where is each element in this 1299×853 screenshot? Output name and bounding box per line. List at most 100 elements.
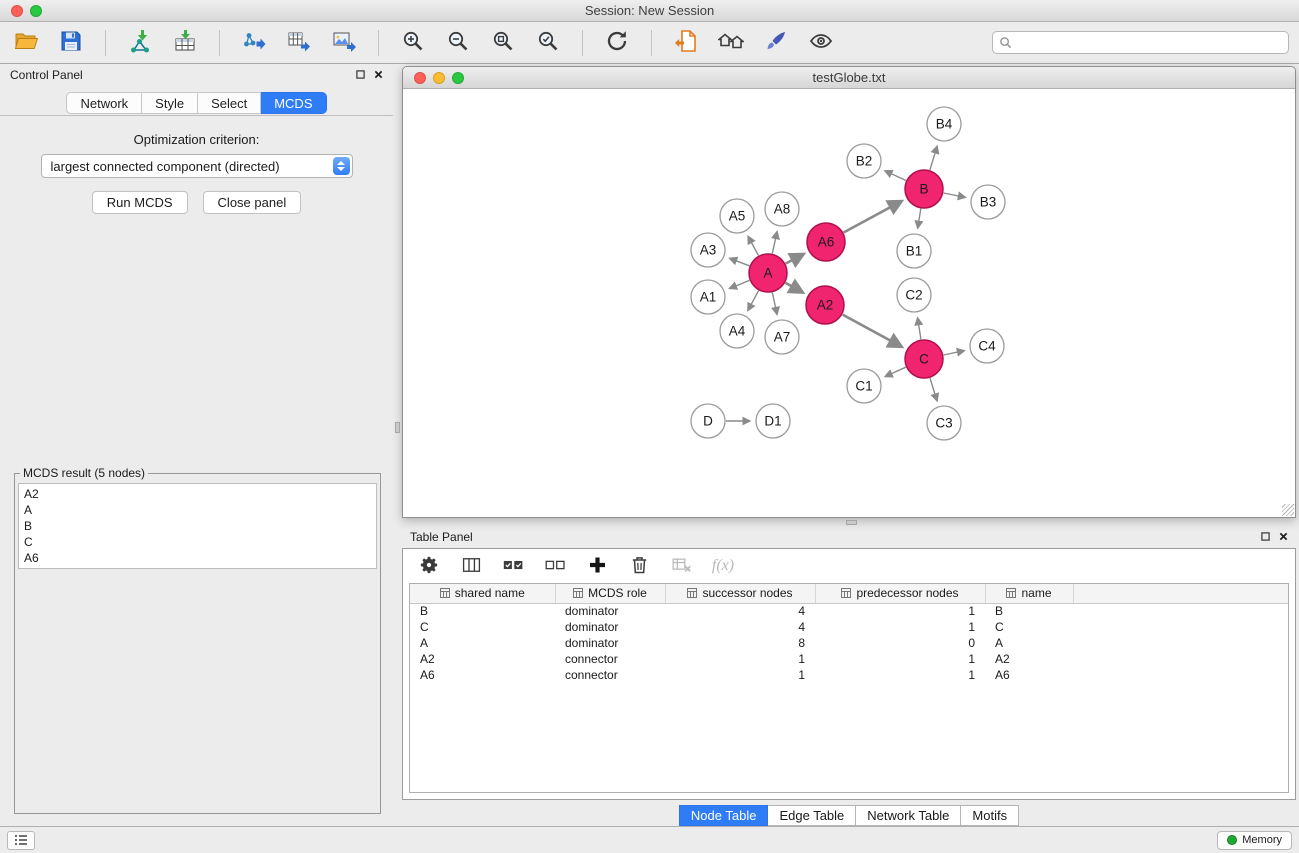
panel-splitter[interactable] <box>393 64 402 826</box>
splitter-grip[interactable] <box>846 520 857 525</box>
graph-edge-A-A4[interactable] <box>748 291 759 311</box>
column-header-predecessor-nodes[interactable]: predecessor nodes <box>815 584 985 603</box>
table-row[interactable]: A6connector11A6 <box>410 667 1288 683</box>
graph-node-B1[interactable]: B1 <box>897 234 931 268</box>
table-cell[interactable]: 1 <box>815 651 985 667</box>
search-input[interactable] <box>992 31 1289 54</box>
zoom-out-button[interactable] <box>442 28 474 58</box>
graph-node-B[interactable]: B <box>905 170 943 208</box>
graph-node-B3[interactable]: B3 <box>971 185 1005 219</box>
network-from-selection-button[interactable] <box>670 28 702 58</box>
import-network-button[interactable] <box>124 28 156 58</box>
zoom-in-button[interactable] <box>397 28 429 58</box>
table-cell[interactable]: dominator <box>555 635 665 651</box>
graph-node-A6[interactable]: A6 <box>807 223 845 261</box>
graph-edge-B-B4[interactable] <box>930 146 937 170</box>
zoom-window-button[interactable] <box>30 5 42 17</box>
table-cell[interactable]: 8 <box>665 635 815 651</box>
table-cell[interactable]: connector <box>555 667 665 683</box>
graph-edge-A-A5[interactable] <box>748 236 758 255</box>
graph-edge-A2-C[interactable] <box>843 315 903 347</box>
graph-edge-B-B1[interactable] <box>918 209 921 229</box>
graph-edge-A-A6[interactable] <box>786 254 804 264</box>
table-row[interactable]: A2connector11A2 <box>410 651 1288 667</box>
table-cell[interactable]: 1 <box>815 619 985 635</box>
table-cell[interactable]: 1 <box>665 667 815 683</box>
function-builder-button[interactable]: f(x) <box>711 554 735 578</box>
select-all-rows-button[interactable] <box>501 554 525 578</box>
graph-edge-A-A2[interactable] <box>785 283 803 293</box>
apply-layout-button[interactable] <box>601 28 633 58</box>
graph-edge-B-B2[interactable] <box>885 171 906 181</box>
table-cell[interactable]: A6 <box>410 667 555 683</box>
close-panel-button[interactable]: Close panel <box>203 191 302 214</box>
table-cell[interactable]: B <box>985 603 1073 619</box>
table-cell[interactable]: C <box>985 619 1073 635</box>
graph-node-A5[interactable]: A5 <box>720 199 754 233</box>
graph-edge-A-A3[interactable] <box>730 258 750 266</box>
table-cell[interactable]: 4 <box>665 619 815 635</box>
network-zoom-button[interactable] <box>452 72 464 84</box>
graph-node-C1[interactable]: C1 <box>847 369 881 403</box>
table-cell[interactable]: 1 <box>665 651 815 667</box>
node-table-container[interactable]: shared nameMCDS rolesuccessor nodesprede… <box>409 583 1289 793</box>
network-close-button[interactable] <box>414 72 426 84</box>
column-header-shared-name[interactable]: shared name <box>410 584 555 603</box>
tab-motifs[interactable]: Motifs <box>961 805 1019 826</box>
tab-style[interactable]: Style <box>142 92 198 114</box>
splitter-grip[interactable] <box>395 422 400 433</box>
first-neighbors-button[interactable] <box>715 28 747 58</box>
add-row-button[interactable] <box>585 554 609 578</box>
table-cell[interactable]: 1 <box>815 667 985 683</box>
tab-network[interactable]: Network <box>66 92 142 114</box>
table-row[interactable]: Adominator80A <box>410 635 1288 651</box>
table-cell[interactable]: A2 <box>985 651 1073 667</box>
add-column-button[interactable] <box>459 554 483 578</box>
graph-node-C[interactable]: C <box>905 340 943 378</box>
run-mcds-button[interactable]: Run MCDS <box>92 191 188 214</box>
export-table-button[interactable] <box>283 28 315 58</box>
memory-button[interactable]: Memory <box>1217 831 1292 850</box>
table-cell[interactable]: 0 <box>815 635 985 651</box>
table-cell[interactable]: 4 <box>665 603 815 619</box>
tab-network-table[interactable]: Network Table <box>856 805 961 826</box>
open-session-button[interactable] <box>10 28 42 58</box>
graph-node-D1[interactable]: D1 <box>756 404 790 438</box>
table-cell[interactable]: B <box>410 603 555 619</box>
mcds-result-list[interactable]: A2ABCA6 <box>18 483 377 569</box>
table-cell[interactable]: connector <box>555 651 665 667</box>
result-item[interactable]: C <box>24 534 371 550</box>
graph-node-C3[interactable]: C3 <box>927 406 961 440</box>
export-image-button[interactable] <box>328 28 360 58</box>
optimization-criterion-select[interactable]: largest connected component (directed) <box>41 154 353 178</box>
graph-node-B4[interactable]: B4 <box>927 107 961 141</box>
table-cell[interactable]: C <box>410 619 555 635</box>
graph-edge-B-B3[interactable] <box>944 193 966 197</box>
table-row[interactable]: Bdominator41B <box>410 603 1288 619</box>
graph-edge-C-C2[interactable] <box>918 318 921 340</box>
table-cell[interactable]: A <box>410 635 555 651</box>
delete-row-button[interactable] <box>627 554 651 578</box>
tab-node-table[interactable]: Node Table <box>679 805 769 826</box>
import-table-button[interactable] <box>169 28 201 58</box>
graph-node-A[interactable]: A <box>749 254 787 292</box>
deselect-all-rows-button[interactable] <box>543 554 567 578</box>
zoom-fit-button[interactable] <box>487 28 519 58</box>
table-cell[interactable]: A6 <box>985 667 1073 683</box>
table-cell[interactable]: dominator <box>555 603 665 619</box>
graph-edge-A6-B[interactable] <box>844 201 902 233</box>
task-history-button[interactable] <box>7 831 35 850</box>
result-item[interactable]: A6 <box>24 550 371 566</box>
graph-node-A4[interactable]: A4 <box>720 314 754 348</box>
float-panel-icon[interactable] <box>356 68 365 82</box>
graph-edge-C-C3[interactable] <box>930 378 937 401</box>
close-panel-icon[interactable] <box>374 68 383 82</box>
apply-style-button[interactable] <box>760 28 792 58</box>
show-graphics-button[interactable] <box>805 28 837 58</box>
graph-node-C4[interactable]: C4 <box>970 329 1004 363</box>
resize-handle-icon[interactable] <box>1282 504 1294 516</box>
tab-mcds[interactable]: MCDS <box>261 92 326 114</box>
close-panel-icon[interactable] <box>1279 530 1288 544</box>
graph-edge-A-A7[interactable] <box>772 293 777 315</box>
graph-node-C2[interactable]: C2 <box>897 278 931 312</box>
